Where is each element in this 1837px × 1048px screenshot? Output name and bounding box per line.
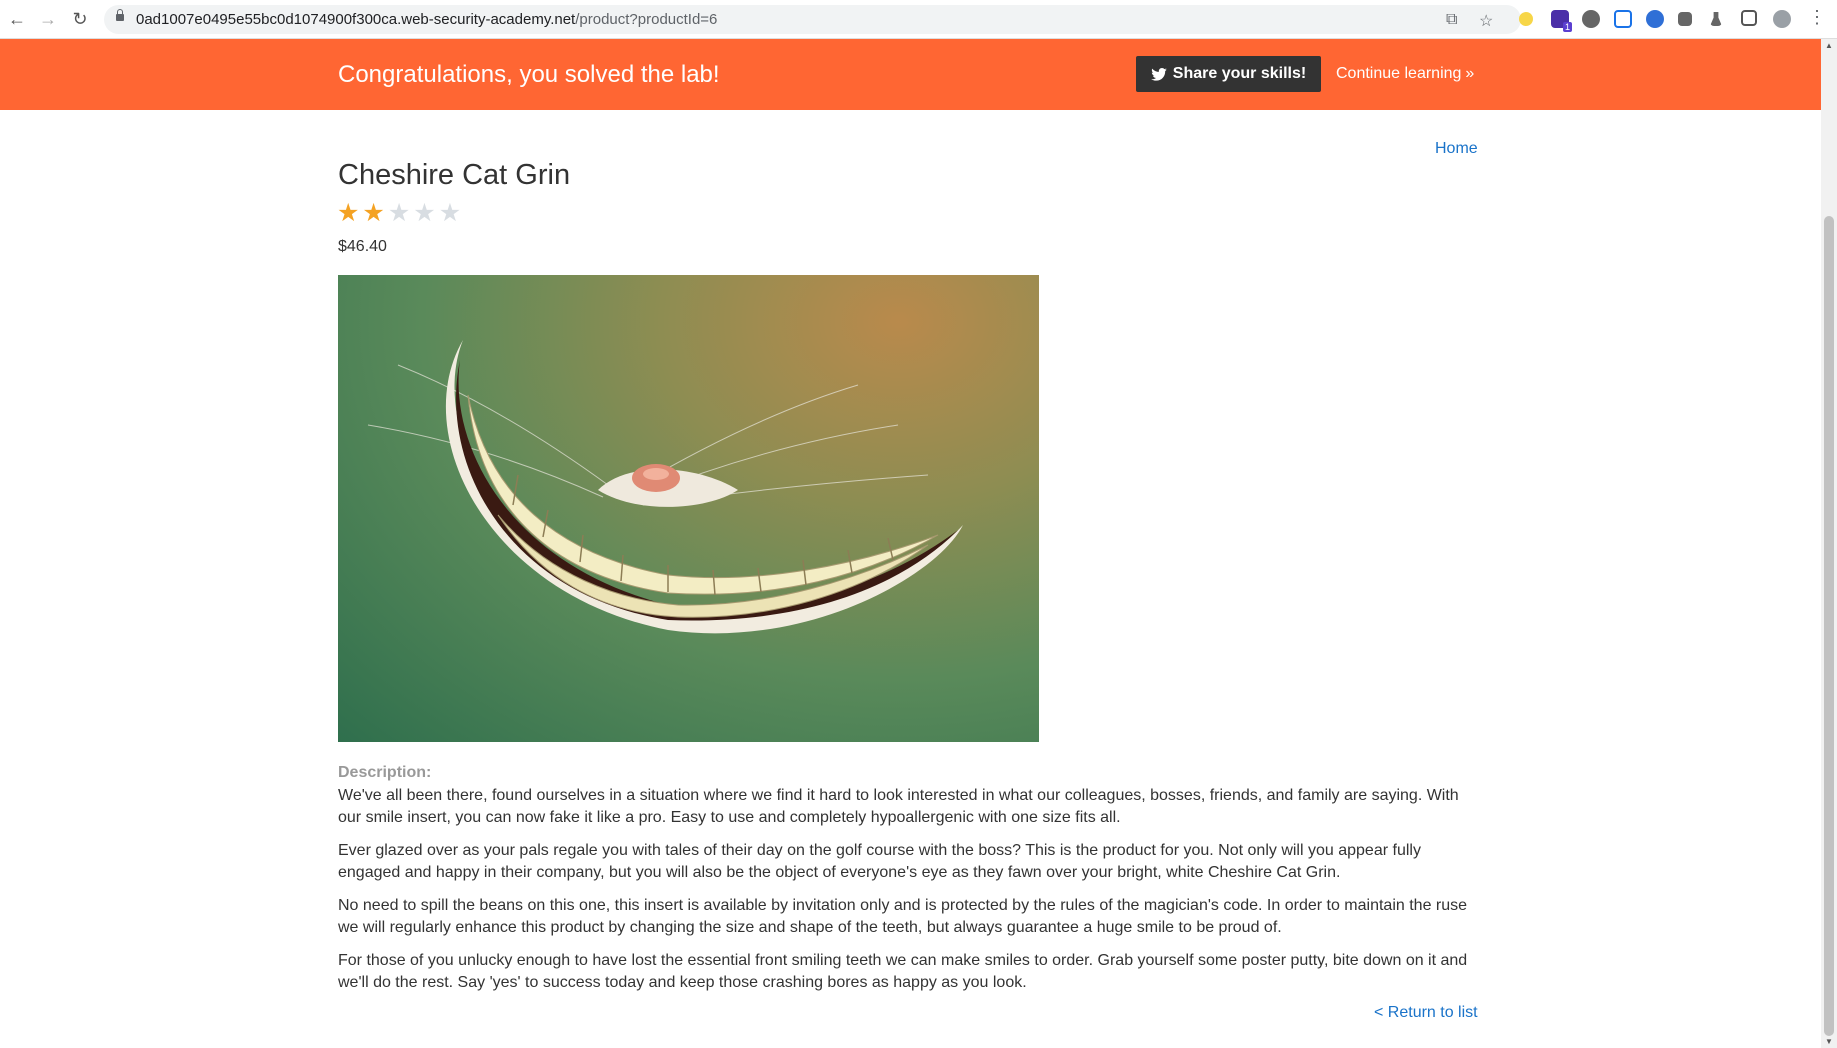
product-description: Description: We've all been there, found…: [338, 762, 1478, 1005]
bookmark-star-icon[interactable]: ☆: [1479, 11, 1493, 31]
description-paragraph: Ever glazed over as your pals regale you…: [338, 842, 1421, 881]
product-title: Cheshire Cat Grin: [338, 159, 571, 191]
url-host: 0ad1007e0495e55bc0d1074900f300ca.web-sec…: [136, 11, 576, 28]
rating-star-icon: ★: [362, 199, 385, 227]
product-price: $46.40: [338, 238, 387, 255]
url-text[interactable]: 0ad1007e0495e55bc0d1074900f300ca.web-sec…: [136, 11, 717, 28]
description-paragraph: No need to spill the beans on this one, …: [338, 897, 1468, 936]
side-panel-icon[interactable]: [1741, 10, 1757, 26]
share-page-icon[interactable]: ⧉: [1446, 11, 1457, 29]
rating-star-icon: ★: [337, 199, 360, 227]
page-scrollbar[interactable]: ▲ ▼: [1821, 39, 1837, 1048]
profile-avatar-icon[interactable]: [1773, 10, 1791, 28]
scroll-up-arrow-icon[interactable]: ▲: [1825, 41, 1833, 50]
extension-yellow-icon[interactable]: [1519, 12, 1533, 26]
browser-menu-icon[interactable]: ⋮: [1808, 7, 1826, 28]
rating-star-icon: ★: [413, 199, 436, 227]
star-rating: ★ ★ ★ ★ ★: [337, 201, 461, 226]
extension-purple-icon[interactable]: 1: [1551, 10, 1572, 32]
scroll-thumb[interactable]: [1824, 216, 1834, 1036]
share-skills-button[interactable]: Share your skills!: [1136, 56, 1321, 92]
description-label: Description:: [338, 764, 432, 781]
scroll-down-arrow-icon[interactable]: ▼: [1825, 1037, 1833, 1046]
rating-star-icon: ★: [387, 199, 411, 227]
url-path: /product?productId=6: [575, 11, 718, 28]
banner-title: Congratulations, you solved the lab!: [338, 61, 720, 88]
continue-learning-link[interactable]: Continue learning»: [1336, 65, 1474, 83]
extension-badge: 1: [1562, 22, 1572, 32]
share-skills-label: Share your skills!: [1172, 65, 1307, 82]
description-paragraph: For those of you unlucky enough to have …: [338, 952, 1468, 991]
forward-arrow-icon[interactable]: →: [37, 8, 59, 30]
double-chevron-icon: »: [1465, 65, 1475, 82]
continue-learning-label: Continue learning: [1336, 65, 1462, 82]
rating-star-icon: ★: [438, 199, 462, 227]
labs-flask-icon[interactable]: [1710, 12, 1722, 26]
browser-toolbar: ← → ↻ 0ad1007e0495e55bc0d1074900f300ca.w…: [0, 0, 1837, 39]
puzzle-extensions-icon[interactable]: [1678, 12, 1692, 26]
home-link[interactable]: Home: [1435, 140, 1478, 158]
reload-icon[interactable]: ↻: [69, 8, 91, 30]
cheshire-cat-grin-image: [338, 275, 1039, 742]
lab-solved-banner: Congratulations, you solved the lab! Sha…: [0, 39, 1821, 110]
back-arrow-icon[interactable]: ←: [6, 8, 28, 30]
grin-illustration: [367, 340, 963, 634]
twitter-icon: [1150, 67, 1167, 81]
extension-firefox-like-icon[interactable]: [1646, 10, 1664, 28]
lock-icon: [116, 9, 124, 21]
address-bar[interactable]: 0ad1007e0495e55bc0d1074900f300ca.web-sec…: [104, 5, 1521, 34]
extension-repeat-icon[interactable]: [1614, 10, 1632, 28]
description-paragraph: We've all been there, found ourselves in…: [338, 787, 1459, 826]
extension-gear-icon[interactable]: [1582, 10, 1600, 28]
return-to-list-link[interactable]: < Return to list: [1374, 1004, 1478, 1022]
